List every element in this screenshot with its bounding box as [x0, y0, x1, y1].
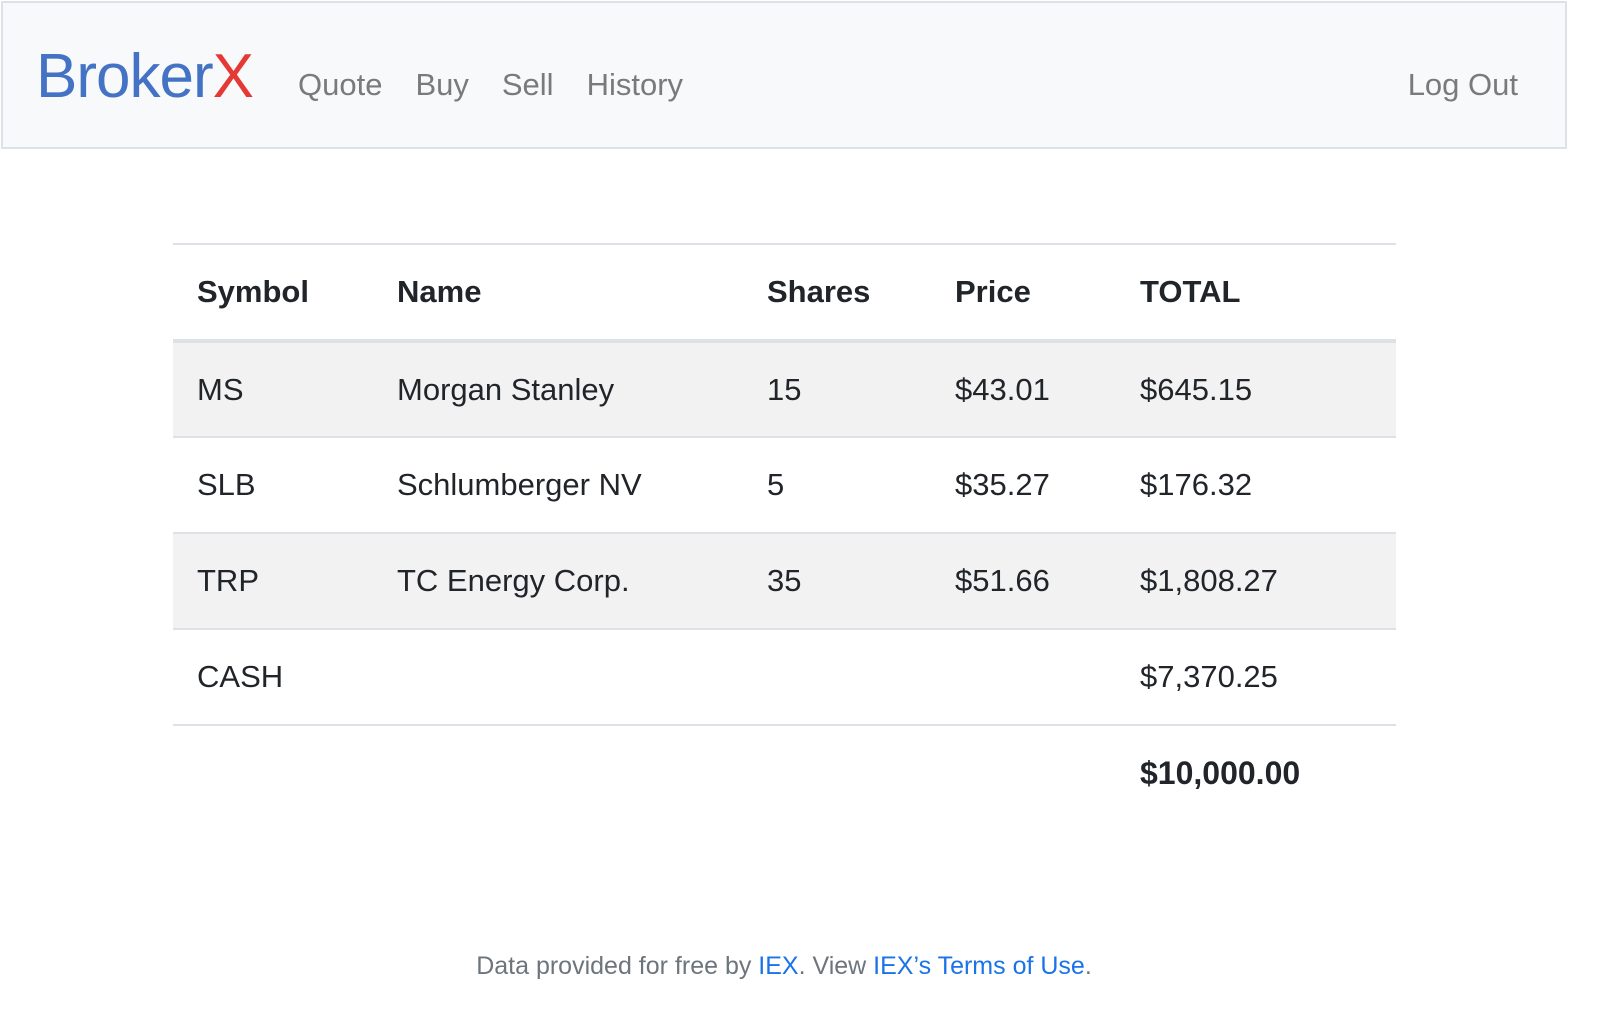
cash-empty-price — [931, 628, 1116, 725]
cell-total: $1,808.27 — [1116, 532, 1396, 629]
footer-suffix: . — [1084, 952, 1092, 980]
iex-terms-link[interactable]: IEX’s Terms of Use — [873, 952, 1085, 980]
grand-total-empty-2 — [373, 724, 743, 821]
header-symbol: Symbol — [173, 243, 373, 343]
cell-name: TC Energy Corp. — [373, 532, 743, 629]
cell-price: $43.01 — [931, 340, 1116, 437]
navbar: BrokerX Quote Buy Sell History Log Out — [1, 1, 1567, 149]
grand-total-value: $10,000.00 — [1116, 724, 1396, 821]
footer: Data provided for free by IEX. View IEX’… — [0, 946, 1568, 986]
table-header-row: Symbol Name Shares Price TOTAL — [173, 243, 1396, 343]
cell-shares: 15 — [743, 340, 931, 437]
grand-total-empty-1 — [173, 724, 373, 821]
cash-row: CASH $7,370.25 — [173, 628, 1396, 725]
cell-price: $51.66 — [931, 532, 1116, 629]
header-price: Price — [931, 243, 1116, 343]
header-total: TOTAL — [1116, 243, 1396, 343]
cell-name: Morgan Stanley — [373, 340, 743, 437]
header-shares: Shares — [743, 243, 931, 343]
grand-total-row: $10,000.00 — [173, 724, 1396, 821]
cell-name: Schlumberger NV — [373, 436, 743, 533]
grand-total-empty-3 — [743, 724, 931, 821]
nav-link-sell[interactable]: Sell — [502, 67, 554, 102]
cell-shares: 35 — [743, 532, 931, 629]
portfolio-table: Symbol Name Shares Price TOTAL MS Morgan… — [173, 243, 1396, 821]
cell-total: $176.32 — [1116, 436, 1396, 533]
cell-symbol: MS — [173, 340, 373, 437]
nav-link-history[interactable]: History — [587, 67, 683, 102]
footer-prefix: Data provided for free by — [476, 952, 759, 980]
grand-total-empty-4 — [931, 724, 1116, 821]
nav-links: Quote Buy Sell History — [298, 61, 716, 109]
table-row: MS Morgan Stanley 15 $43.01 $645.15 — [173, 340, 1396, 437]
cell-shares: 5 — [743, 436, 931, 533]
cash-label: CASH — [173, 628, 373, 725]
brand-logo[interactable]: BrokerX — [36, 39, 254, 115]
cell-symbol: TRP — [173, 532, 373, 629]
cell-symbol: SLB — [173, 436, 373, 533]
brand-name: Broker — [36, 42, 214, 111]
portfolio-section: Symbol Name Shares Price TOTAL MS Morgan… — [173, 243, 1396, 821]
footer-middle: . View — [798, 952, 874, 980]
logout-link[interactable]: Log Out — [1408, 61, 1518, 109]
nav-link-quote[interactable]: Quote — [298, 67, 382, 102]
table-row: TRP TC Energy Corp. 35 $51.66 $1,808.27 — [173, 532, 1396, 629]
header-name: Name — [373, 243, 743, 343]
cash-empty-name — [373, 628, 743, 725]
cash-total: $7,370.25 — [1116, 628, 1396, 725]
brand-accent: X — [212, 42, 254, 111]
cell-total: $645.15 — [1116, 340, 1396, 437]
cash-empty-shares — [743, 628, 931, 725]
iex-link[interactable]: IEX — [758, 952, 798, 980]
cell-price: $35.27 — [931, 436, 1116, 533]
nav-link-buy[interactable]: Buy — [415, 67, 468, 102]
table-row: SLB Schlumberger NV 5 $35.27 $176.32 — [173, 436, 1396, 533]
